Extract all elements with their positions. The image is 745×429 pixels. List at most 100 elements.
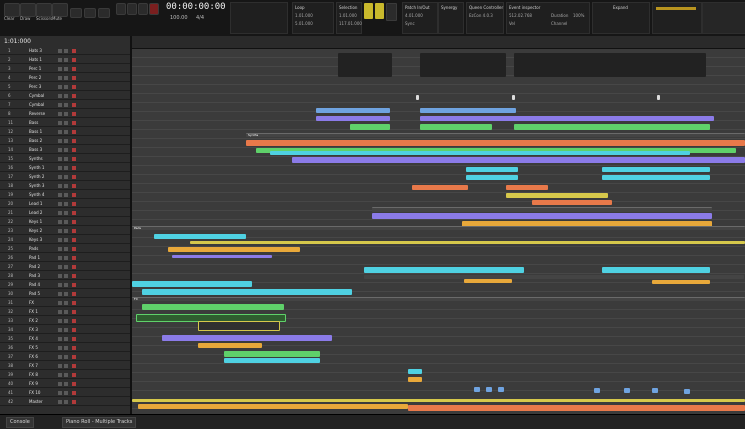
record-arm-button[interactable] [72,58,76,62]
track-name[interactable]: Pads [29,246,38,251]
record-arm-button[interactable] [72,202,76,206]
mute-button[interactable] [58,265,62,269]
record-arm-button[interactable] [72,94,76,98]
track-header[interactable]: 16 Synth 1 [0,165,130,172]
mute-button[interactable] [58,121,62,125]
track-name[interactable]: Master [29,399,43,404]
solo-button[interactable] [64,319,68,323]
track-name[interactable]: Synth 4 [29,192,44,197]
mute-button[interactable] [58,184,62,188]
solo-button[interactable] [64,274,68,278]
punch-in-toggle[interactable] [375,3,384,19]
pad-clip[interactable] [602,267,710,273]
mute-button[interactable] [58,391,62,395]
lead-clip[interactable] [506,185,548,190]
solo-button[interactable] [64,121,68,125]
record-arm-button[interactable] [72,391,76,395]
drum-region-1[interactable] [338,53,392,77]
mute-button[interactable] [58,355,62,359]
pad-clip[interactable] [142,289,352,295]
bass-clip[interactable] [420,108,516,113]
master-clip[interactable] [138,404,408,409]
track-header[interactable]: 40 FX 9 [0,381,130,388]
mute-button[interactable] [58,139,62,143]
lead-clip[interactable] [602,167,710,172]
synth-clip[interactable] [292,157,745,163]
solo-button[interactable] [64,184,68,188]
solo-button[interactable] [64,238,68,242]
expand-panel[interactable]: Expand [592,2,650,34]
solo-button[interactable] [64,373,68,377]
mute-button[interactable] [58,166,62,170]
master-clip[interactable] [132,399,745,402]
record-arm-button[interactable] [72,265,76,269]
track-header[interactable]: 12 Bass 1 [0,129,130,136]
track-name[interactable]: FX 4 [29,336,38,341]
pads-folder-clip[interactable]: Pads [132,226,745,230]
signature-display[interactable]: 4/4 [196,15,204,21]
mute-button[interactable] [58,283,62,287]
track-name[interactable]: Hats 3 [29,48,42,53]
record-arm-button[interactable] [72,166,76,170]
track-name[interactable]: FX 3 [29,327,38,332]
track-name[interactable]: FX 10 [29,390,40,395]
pad-clip[interactable] [190,241,745,244]
solo-button[interactable] [64,247,68,251]
track-header[interactable]: 42 Master [0,399,130,406]
solo-button[interactable] [64,400,68,404]
track-name[interactable]: Perc 2 [29,75,41,80]
track-header[interactable]: 18 Synth 3 [0,183,130,190]
record-arm-button[interactable] [72,184,76,188]
track-header[interactable]: 17 Synth 2 [0,174,130,181]
track-name[interactable]: FX 6 [29,354,38,359]
clear-tool-button[interactable] [4,3,20,17]
punch-out-toggle[interactable] [386,3,397,21]
mute-button[interactable] [58,310,62,314]
record-arm-button[interactable] [72,103,76,107]
track-name[interactable]: Perc 3 [29,84,41,89]
pad-clip[interactable] [154,234,246,239]
fx-clip[interactable] [198,321,280,331]
record-arm-button[interactable] [72,76,76,80]
track-header[interactable]: 22 Keys 1 [0,219,130,226]
solo-button[interactable] [64,328,68,332]
pad-clip[interactable] [652,280,710,284]
synergy-panel[interactable]: Synergy [438,2,464,34]
record-arm-button[interactable] [72,292,76,296]
track-header[interactable]: 39 FX 8 [0,372,130,379]
track-header[interactable]: 21 Lead 2 [0,210,130,217]
track-name[interactable]: Perc 1 [29,66,41,71]
mute-button[interactable] [58,94,62,98]
track-header[interactable]: 35 FX 4 [0,336,130,343]
track-header[interactable]: 2 Hats 1 [0,57,130,64]
glue-tool-button[interactable] [84,8,96,18]
track-header[interactable]: 13 Bass 2 [0,138,130,145]
synth-clip[interactable] [246,140,745,146]
track-header[interactable]: 23 Keys 2 [0,228,130,235]
lead-clip[interactable] [412,185,468,190]
record-arm-button[interactable] [72,301,76,305]
track-name[interactable]: FX 1 [29,309,38,314]
record-arm-button[interactable] [72,238,76,242]
mute-button[interactable] [58,301,62,305]
track-header[interactable]: 38 FX 7 [0,363,130,370]
track-name[interactable]: Cymbal [29,93,44,98]
scissors-tool-button[interactable] [36,3,52,17]
record-arm-button[interactable] [72,193,76,197]
track-header[interactable]: 15 Synths [0,156,130,163]
track-header[interactable]: 4 Perc 2 [0,75,130,82]
track-name[interactable]: FX 5 [29,345,38,350]
track-name[interactable]: FX 2 [29,318,38,323]
fx-clip[interactable] [684,389,690,394]
solo-button[interactable] [64,193,68,197]
fx-clip[interactable] [408,369,422,374]
solo-button[interactable] [64,85,68,89]
track-header[interactable]: 37 FX 6 [0,354,130,361]
record-arm-button[interactable] [72,49,76,53]
fx-clip[interactable] [594,388,600,393]
mute-button[interactable] [58,175,62,179]
mute-button[interactable] [58,157,62,161]
mute-button[interactable] [58,112,62,116]
mute-button[interactable] [58,76,62,80]
record-arm-button[interactable] [72,337,76,341]
